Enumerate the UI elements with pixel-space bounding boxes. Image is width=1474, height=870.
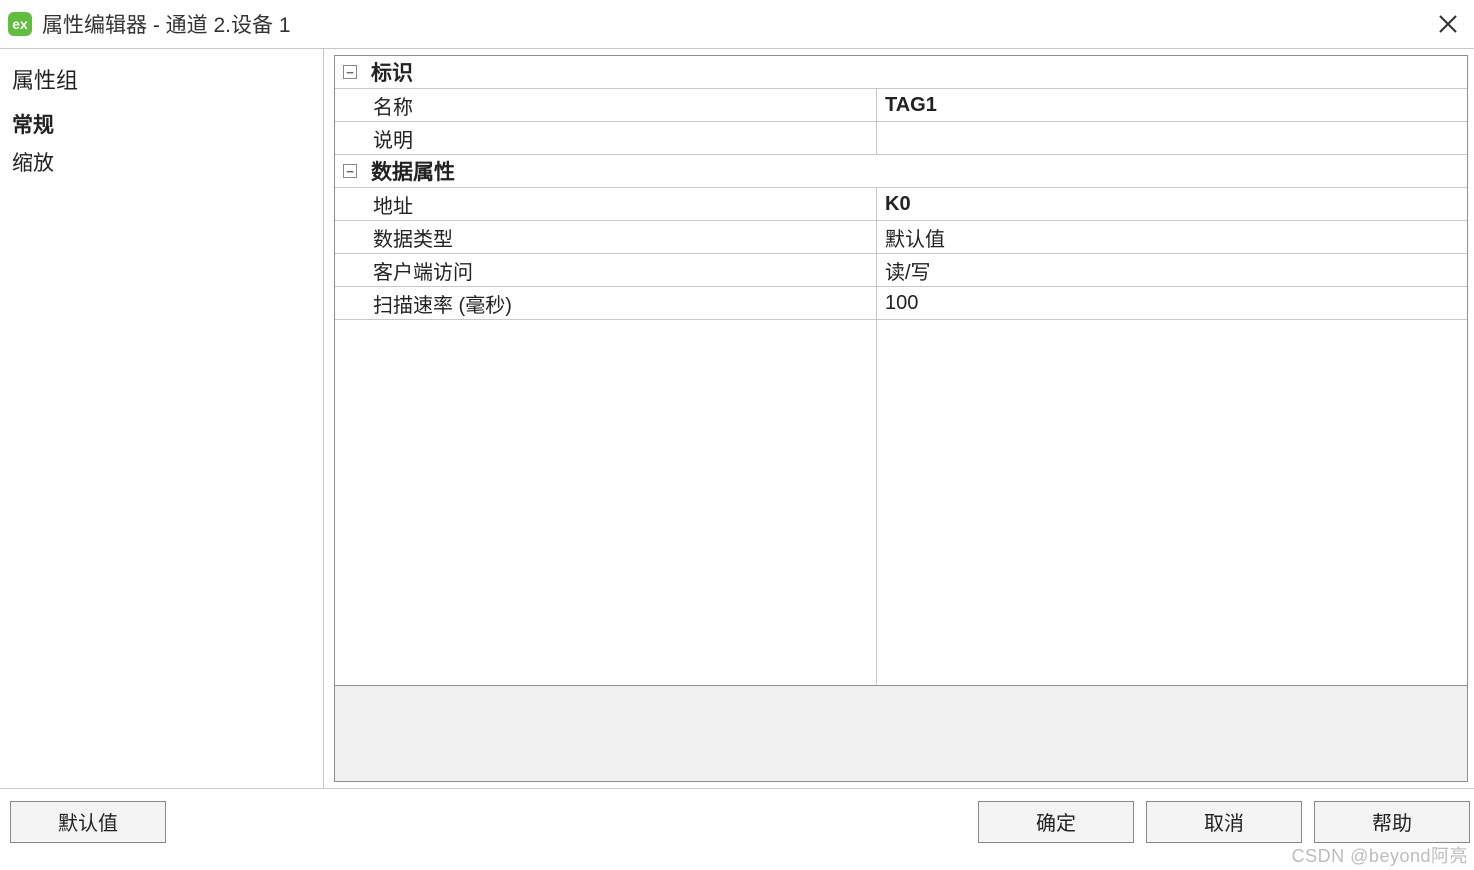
collapse-icon[interactable]: − <box>343 164 357 178</box>
property-row: 数据类型默认值 <box>335 221 1467 254</box>
group-title: 标识 <box>371 57 413 87</box>
defaults-button[interactable]: 默认值 <box>10 801 166 843</box>
property-value[interactable]: TAG1 <box>877 89 1467 121</box>
property-value[interactable]: K0 <box>877 188 1467 220</box>
property-row: 扫描速率 (毫秒)100 <box>335 287 1467 320</box>
property-label: 名称 <box>335 89 877 121</box>
group-header-0: −标识 <box>335 56 1467 89</box>
sidebar: 属性组 常规缩放 <box>0 49 324 788</box>
close-icon[interactable] <box>1430 6 1466 42</box>
description-panel <box>335 685 1467 781</box>
help-button[interactable]: 帮助 <box>1314 801 1470 843</box>
sidebar-item-0[interactable]: 常规 <box>12 105 323 143</box>
app-icon: ex <box>8 12 32 36</box>
cancel-button[interactable]: 取消 <box>1146 801 1302 843</box>
property-value[interactable] <box>877 122 1467 154</box>
property-value[interactable]: 100 <box>877 287 1467 319</box>
property-label: 地址 <box>335 188 877 220</box>
property-row: 客户端访问读/写 <box>335 254 1467 287</box>
property-grid: −标识名称TAG1说明−数据属性地址K0数据类型默认值客户端访问读/写扫描速率 … <box>334 55 1468 782</box>
property-row: 说明 <box>335 122 1467 155</box>
property-value[interactable]: 读/写 <box>877 254 1467 286</box>
property-row: 地址K0 <box>335 188 1467 221</box>
property-label: 扫描速率 (毫秒) <box>335 287 877 319</box>
property-label: 数据类型 <box>335 221 877 253</box>
sidebar-item-1[interactable]: 缩放 <box>12 143 323 181</box>
group-title: 数据属性 <box>371 156 455 186</box>
main-panel: −标识名称TAG1说明−数据属性地址K0数据类型默认值客户端访问读/写扫描速率 … <box>324 49 1474 788</box>
property-row: 名称TAG1 <box>335 89 1467 122</box>
ok-button[interactable]: 确定 <box>978 801 1134 843</box>
property-value[interactable]: 默认值 <box>877 221 1467 253</box>
property-label: 客户端访问 <box>335 254 877 286</box>
footer: 默认值 确定 取消 帮助 <box>0 788 1474 854</box>
property-label: 说明 <box>335 122 877 154</box>
group-header-1: −数据属性 <box>335 155 1467 188</box>
sidebar-heading: 属性组 <box>12 59 323 105</box>
collapse-icon[interactable]: − <box>343 65 357 79</box>
window-title: 属性编辑器 - 通道 2.设备 1 <box>42 9 1430 39</box>
grid-filler <box>335 320 1467 685</box>
